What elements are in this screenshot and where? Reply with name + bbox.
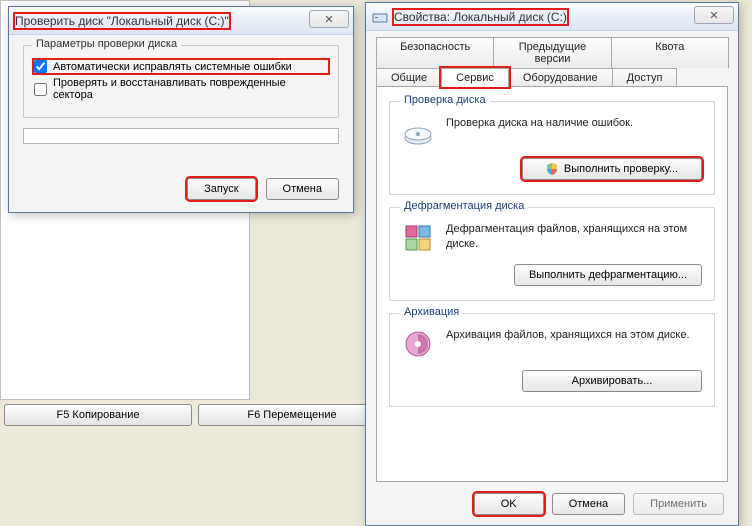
checkdisk-title: Проверить диск "Локальный диск (C:)" bbox=[15, 14, 229, 28]
tab-quota[interactable]: Квота bbox=[611, 37, 729, 68]
drive-icon bbox=[372, 9, 388, 25]
check-disk-icon bbox=[402, 116, 434, 148]
section-defrag-legend: Дефрагментация диска bbox=[400, 200, 528, 212]
opt-auto-fix[interactable]: Автоматически исправлять системные ошибк… bbox=[34, 60, 328, 73]
tab-prev-label: Предыдущие версии bbox=[519, 41, 586, 65]
opt-auto-fix-label: Автоматически исправлять системные ошибк… bbox=[53, 61, 292, 73]
start-button[interactable]: Запуск bbox=[187, 178, 255, 200]
defrag-icon bbox=[402, 222, 434, 254]
close-icon: ✕ bbox=[324, 13, 333, 26]
run-defrag-button[interactable]: Выполнить дефрагментацию... bbox=[514, 264, 702, 286]
check-options-legend: Параметры проверки диска bbox=[32, 38, 181, 50]
tab-row-1: Безопасность Предыдущие версии Квота bbox=[376, 37, 728, 68]
checkdisk-buttons: Запуск Отмена bbox=[23, 178, 339, 200]
section-check-text: Проверка диска на наличие ошибок. bbox=[446, 116, 702, 131]
opt-auto-fix-checkbox[interactable] bbox=[34, 60, 47, 73]
tab-general[interactable]: Общие bbox=[376, 68, 442, 87]
apply-label: Применить bbox=[650, 498, 707, 510]
run-check-label: Выполнить проверку... bbox=[564, 163, 678, 175]
tab-row-2: Общие Сервис Оборудование Доступ bbox=[376, 68, 728, 87]
tab-security[interactable]: Безопасность bbox=[376, 37, 494, 68]
f6-move-label: F6 Перемещение bbox=[247, 409, 336, 421]
cancel-label: Отмена bbox=[569, 498, 608, 510]
opt-scan-sectors-label: Проверять и восстанавливать поврежденные… bbox=[53, 77, 328, 101]
opt-scan-sectors[interactable]: Проверять и восстанавливать поврежденные… bbox=[34, 77, 328, 101]
f6-move-button[interactable]: F6 Перемещение bbox=[198, 404, 386, 426]
run-defrag-label: Выполнить дефрагментацию... bbox=[529, 269, 687, 281]
apply-button[interactable]: Применить bbox=[633, 493, 724, 515]
section-defrag-text: Дефрагментация файлов, хранящихся на это… bbox=[446, 222, 702, 253]
progress-bar bbox=[23, 128, 339, 144]
tab-hardware-label: Оборудование bbox=[523, 72, 598, 84]
close-button[interactable]: ✕ bbox=[309, 10, 349, 28]
properties-titlebar: Свойства: Локальный диск (C:) ✕ bbox=[366, 3, 738, 31]
shield-icon bbox=[546, 163, 558, 175]
run-check-button[interactable]: Выполнить проверку... bbox=[522, 158, 702, 180]
background-toolbar: F5 Копирование F6 Перемещение bbox=[0, 400, 390, 430]
cancel-button-label: Отмена bbox=[283, 183, 322, 195]
tab-sharing-label: Доступ bbox=[627, 72, 663, 84]
check-options-group: Параметры проверки диска Автоматически и… bbox=[23, 45, 339, 118]
section-backup-text: Архивация файлов, хранящихся на этом дис… bbox=[446, 328, 702, 343]
tab-service[interactable]: Сервис bbox=[441, 68, 509, 87]
properties-dialog: Свойства: Локальный диск (C:) ✕ Безопасн… bbox=[365, 2, 739, 526]
properties-content: Безопасность Предыдущие версии Квота Общ… bbox=[366, 31, 738, 483]
tab-service-label: Сервис bbox=[456, 72, 494, 84]
section-check-disk: Проверка диска Проверка диска на наличие… bbox=[389, 101, 715, 195]
close-button[interactable]: ✕ bbox=[694, 6, 734, 24]
ok-button[interactable]: OK bbox=[474, 493, 544, 515]
cancel-button[interactable]: Отмена bbox=[552, 493, 625, 515]
f5-copy-button[interactable]: F5 Копирование bbox=[4, 404, 192, 426]
tab-general-label: Общие bbox=[391, 72, 427, 84]
cancel-button[interactable]: Отмена bbox=[266, 178, 339, 200]
tab-previous-versions[interactable]: Предыдущие версии bbox=[493, 37, 611, 68]
section-backup-legend: Архивация bbox=[400, 306, 463, 318]
tab-panel: Проверка диска Проверка диска на наличие… bbox=[376, 86, 728, 482]
close-icon: ✕ bbox=[709, 9, 718, 22]
start-button-label: Запуск bbox=[204, 183, 238, 195]
checkdisk-content: Параметры проверки диска Автоматически и… bbox=[9, 35, 353, 212]
tab-sharing[interactable]: Доступ bbox=[612, 68, 678, 87]
section-defrag: Дефрагментация диска Дефрагментация файл… bbox=[389, 207, 715, 301]
opt-scan-sectors-checkbox[interactable] bbox=[34, 83, 47, 96]
tab-hardware[interactable]: Оборудование bbox=[508, 68, 613, 87]
tab-security-label: Безопасность bbox=[400, 41, 470, 53]
tab-quota-label: Квота bbox=[655, 41, 684, 53]
checkdisk-titlebar: Проверить диск "Локальный диск (C:)" ✕ bbox=[9, 7, 353, 35]
checkdisk-dialog: Проверить диск "Локальный диск (C:)" ✕ П… bbox=[8, 6, 354, 213]
section-backup: Архивация Архивация файлов, хранящихся н… bbox=[389, 313, 715, 407]
section-check-legend: Проверка диска bbox=[400, 94, 490, 106]
ok-label: OK bbox=[501, 498, 517, 510]
properties-title: Свойства: Локальный диск (C:) bbox=[394, 10, 567, 24]
run-backup-label: Архивировать... bbox=[572, 375, 653, 387]
run-backup-button[interactable]: Архивировать... bbox=[522, 370, 702, 392]
f5-copy-label: F5 Копирование bbox=[57, 409, 140, 421]
backup-icon bbox=[402, 328, 434, 360]
